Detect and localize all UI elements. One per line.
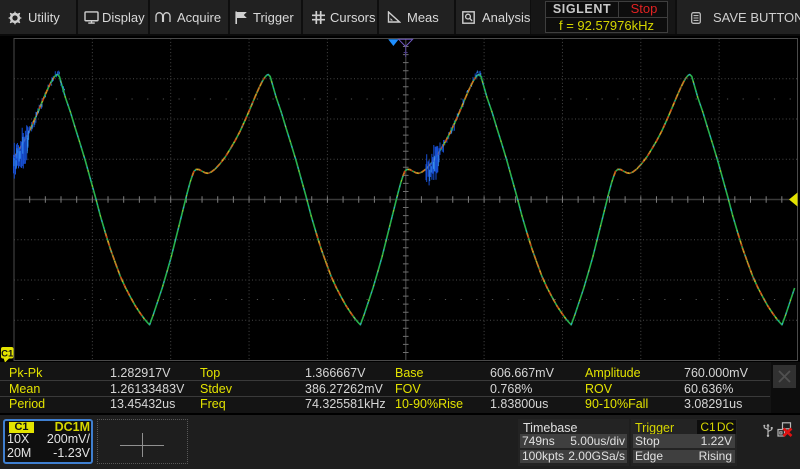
svg-text:C1: C1: [1, 348, 14, 359]
